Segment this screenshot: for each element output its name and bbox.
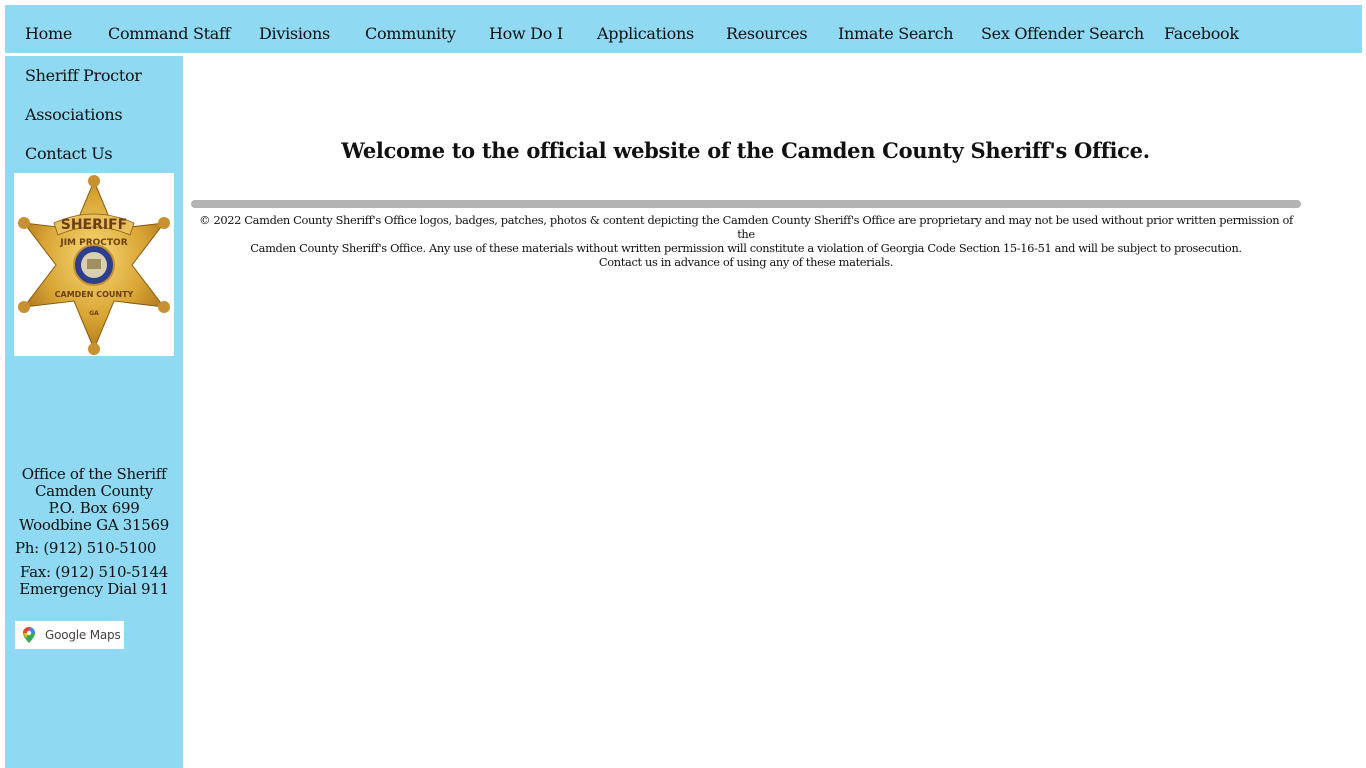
address-block: Office of the Sheriff Camden County P.O.… xyxy=(5,466,183,534)
nav-community[interactable]: Community xyxy=(365,5,456,53)
divider-bar xyxy=(191,200,1301,208)
nav-home[interactable]: Home xyxy=(25,5,72,53)
sidebar: Sheriff Proctor Associations Contact Us … xyxy=(5,56,183,768)
nav-resources[interactable]: Resources xyxy=(726,5,808,53)
sheriff-badge-image: SHERIFF JIM PROCTOR CAMDEN COUNTY GA xyxy=(14,173,174,356)
nav-sex-offender-search[interactable]: Sex Offender Search xyxy=(981,5,1144,53)
badge-state-text: GA xyxy=(89,310,99,317)
legal-line-3: Contact us in advance of using any of th… xyxy=(598,255,894,269)
sheriff-star-icon: SHERIFF JIM PROCTOR CAMDEN COUNTY GA xyxy=(18,175,170,355)
emergency-number: Emergency Dial 911 xyxy=(19,580,169,598)
map-pin-icon xyxy=(23,627,35,643)
legal-line-1: © 2022 Camden County Sheriff's Office lo… xyxy=(199,213,1293,241)
sidebar-link-associations[interactable]: Associations xyxy=(25,105,123,124)
phone-number: Ph: (912) 510-5100 xyxy=(15,539,157,557)
google-maps-label: Google Maps xyxy=(45,628,121,642)
fax-emergency-block: Fax: (912) 510-5144 Emergency Dial 911 xyxy=(5,564,183,598)
address-line-1: Office of the Sheriff xyxy=(21,465,167,483)
nav-facebook[interactable]: Facebook xyxy=(1164,5,1239,53)
nav-applications[interactable]: Applications xyxy=(597,5,694,53)
badge-sheriff-text: SHERIFF xyxy=(61,217,127,233)
nav-how-do-i[interactable]: How Do I xyxy=(489,5,563,53)
fax-number: Fax: (912) 510-5144 xyxy=(20,563,168,581)
sidebar-link-contact-us[interactable]: Contact Us xyxy=(25,144,113,163)
welcome-heading: Welcome to the official website of the C… xyxy=(341,138,1150,163)
sidebar-link-sheriff-proctor[interactable]: Sheriff Proctor xyxy=(25,66,142,85)
top-navigation: Home Command Staff Divisions Community H… xyxy=(5,5,1362,53)
address-line-3: P.O. Box 699 xyxy=(48,499,140,517)
address-line-2: Camden County xyxy=(35,482,153,500)
legal-notice: © 2022 Camden County Sheriff's Office lo… xyxy=(191,213,1301,269)
nav-divisions[interactable]: Divisions xyxy=(259,5,330,53)
legal-line-2: Camden County Sheriff's Office. Any use … xyxy=(250,241,1242,255)
nav-inmate-search[interactable]: Inmate Search xyxy=(838,5,954,53)
address-line-4: Woodbine GA 31569 xyxy=(19,516,169,534)
nav-command-staff[interactable]: Command Staff xyxy=(108,5,231,53)
google-maps-button[interactable]: Google Maps xyxy=(15,621,124,649)
badge-county-text: CAMDEN COUNTY xyxy=(55,290,134,299)
